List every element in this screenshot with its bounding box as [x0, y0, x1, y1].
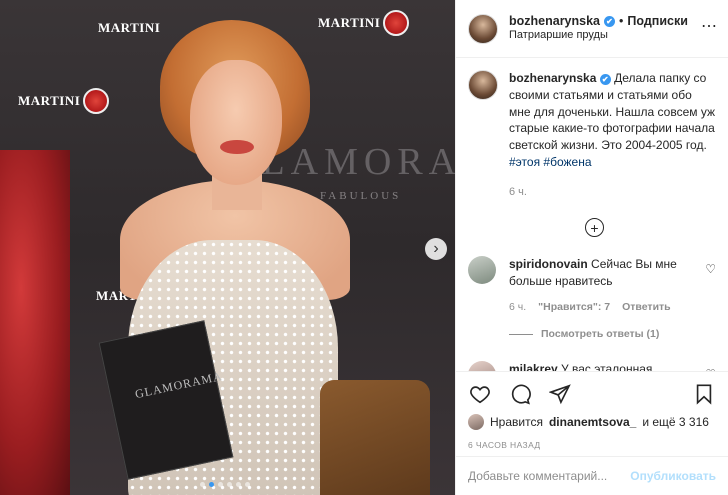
- more-options-icon[interactable]: ⋯: [701, 16, 718, 36]
- comment-icon[interactable]: [508, 382, 532, 406]
- bookmark-icon[interactable]: [692, 382, 716, 406]
- liker-username[interactable]: dinanemtsova_: [549, 415, 636, 429]
- carousel-dot: [209, 482, 214, 487]
- commenter-avatar[interactable]: [468, 256, 496, 285]
- hashtag-link[interactable]: #божена: [543, 155, 591, 169]
- verified-badge-icon: ✔: [604, 16, 616, 28]
- likes-summary: Нравится dinanemtsova_ и ещё 3 316: [468, 414, 716, 430]
- photo-face: [190, 60, 282, 185]
- martini-disc: [383, 10, 410, 36]
- carousel-indicator: [200, 482, 250, 487]
- martini-logo-text: MARTINI: [98, 20, 161, 35]
- view-replies-button[interactable]: Посмотреть ответы (1): [509, 327, 694, 342]
- caption-body: bozhenarynska ✔ Делала папку со своими с…: [509, 70, 716, 200]
- comment-username[interactable]: milakrey: [509, 362, 558, 371]
- book-title: GLAMORAMA: [133, 368, 224, 402]
- load-more-comments-icon[interactable]: +: [585, 218, 604, 238]
- comment-time: 6 ч.: [509, 300, 527, 313]
- martini-logo: MARTINI: [98, 20, 160, 36]
- comment-like-heart-icon[interactable]: ♡: [705, 262, 716, 276]
- post-timestamp[interactable]: 6 ЧАСОВ НАЗАД: [468, 440, 716, 450]
- comments-list[interactable]: bozhenarynska ✔ Делала папку со своими с…: [456, 58, 728, 371]
- martini-logo: MARTINI: [18, 88, 110, 114]
- carousel-dot: [200, 482, 205, 487]
- carousel-dot: [218, 482, 223, 487]
- commenter-avatar[interactable]: [468, 361, 496, 371]
- post-photo[interactable]: MARTINI MARTINI MARTINI MARTINI MARTINI …: [0, 0, 455, 495]
- caption-username[interactable]: bozhenarynska: [509, 71, 596, 85]
- caption: bozhenarynska ✔ Делала папку со своими с…: [468, 70, 716, 200]
- backdrop-subtitle: FABULOUS: [320, 190, 402, 202]
- follow-button[interactable]: Подписки: [627, 14, 688, 30]
- carousel-next-button[interactable]: ›: [425, 238, 447, 260]
- likes-prefix: Нравится: [490, 415, 543, 429]
- view-replies-label: Посмотреть ответы (1): [541, 328, 660, 341]
- author-username[interactable]: bozhenarynska: [509, 14, 600, 30]
- comment-item: spiridonovain Сейчас Вы мне больше нрави…: [468, 256, 716, 342]
- post-actions: Нравится dinanemtsova_ и ещё 3 316 6 ЧАС…: [456, 371, 728, 450]
- carousel-dot: [227, 482, 232, 487]
- comment-username[interactable]: spiridonovain: [509, 257, 588, 271]
- comment-item: milakrey У вас эталонная внешность эпохи…: [468, 361, 716, 371]
- photo-lips: [220, 140, 254, 154]
- carousel-dot: [236, 482, 241, 487]
- author-avatar[interactable]: [468, 70, 498, 100]
- author-avatar[interactable]: [468, 13, 498, 44]
- martini-logo: MARTINI: [318, 10, 410, 36]
- location-link[interactable]: Патриаршие пруды: [509, 29, 688, 43]
- add-comment-bar: Опубликовать: [456, 456, 728, 495]
- heart-icon[interactable]: [468, 382, 492, 406]
- chevron-right-icon: ›: [433, 240, 439, 257]
- publish-button[interactable]: Опубликовать: [630, 469, 716, 483]
- hashtag-link[interactable]: #этоя: [509, 155, 540, 169]
- caption-time: 6 ч.: [509, 185, 527, 198]
- dot-separator: •: [619, 13, 624, 28]
- author-info: bozhenarynska ✔ • Подписки Патриаршие пр…: [509, 14, 688, 43]
- post-header: bozhenarynska ✔ • Подписки Патриаршие пр…: [456, 0, 728, 58]
- photo-bag: [320, 380, 430, 495]
- verified-badge-icon: ✔: [599, 74, 611, 86]
- likes-suffix[interactable]: и ещё 3 316: [642, 415, 709, 429]
- reply-button[interactable]: Ответить: [622, 300, 671, 315]
- share-icon[interactable]: [548, 382, 572, 406]
- martini-disc: [83, 88, 110, 114]
- photo-red-figure: [0, 150, 70, 495]
- author-row: bozhenarynska ✔ • Подписки: [509, 14, 688, 30]
- action-icons: [468, 380, 716, 408]
- replies-divider: [509, 334, 533, 336]
- post-side-panel: bozhenarynska ✔ • Подписки Патриаршие пр…: [455, 0, 728, 495]
- comment-body: spiridonovain Сейчас Вы мне больше нрави…: [509, 256, 716, 342]
- martini-logo-text: MARTINI: [318, 15, 381, 30]
- comment-likes-count[interactable]: "Нравится": 7: [538, 300, 610, 315]
- comment-meta: 6 ч. "Нравится": 7 Ответить: [509, 300, 694, 315]
- liker-avatar[interactable]: [468, 414, 484, 430]
- comment-input[interactable]: [468, 469, 631, 483]
- comment-body: milakrey У вас эталонная внешность эпохи…: [509, 361, 716, 371]
- martini-logo-text: MARTINI: [18, 93, 81, 108]
- carousel-dot: [245, 482, 250, 487]
